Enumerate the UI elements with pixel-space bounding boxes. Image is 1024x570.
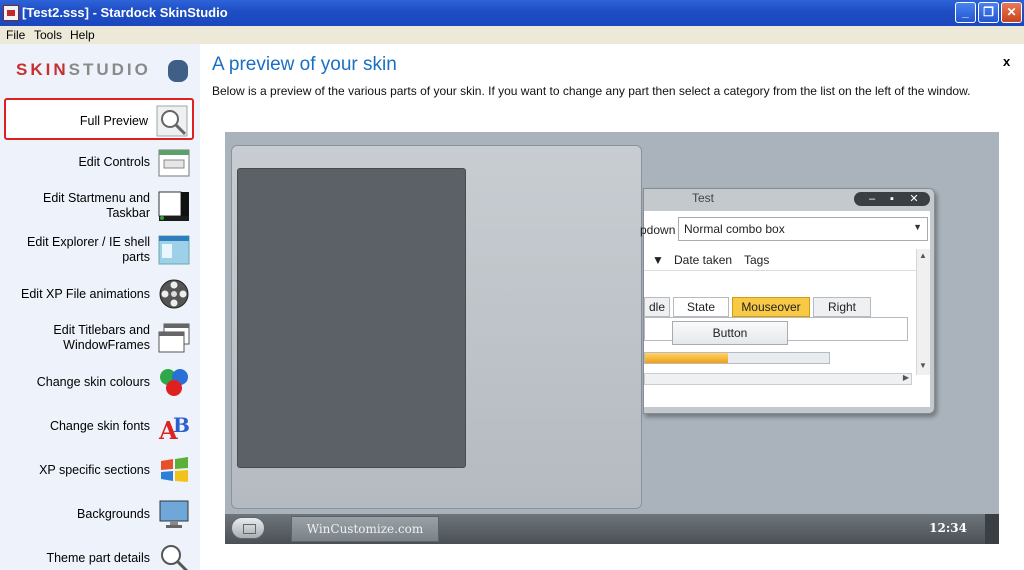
app-icon bbox=[3, 5, 19, 21]
horizontal-scrollbar[interactable]: ▶ bbox=[644, 373, 912, 385]
tab-mouseover[interactable]: Mouseover bbox=[732, 297, 810, 317]
sort-arrow-icon[interactable]: ▼ bbox=[652, 253, 664, 267]
combo-box[interactable]: Normal combo box ▼ bbox=[678, 217, 928, 241]
menu-tools[interactable]: Tools bbox=[34, 28, 62, 42]
sidebar-item-startmenu-taskbar[interactable]: Edit Startmenu and Taskbar bbox=[4, 185, 194, 227]
monitor-icon bbox=[159, 500, 189, 528]
sidebar-item-skin-fonts[interactable]: Change skin fonts AB bbox=[4, 405, 194, 447]
sidebar-item-backgrounds[interactable]: Backgrounds bbox=[4, 493, 194, 535]
preview-taskbar: WinCustomize.com 12:34 bbox=[225, 514, 999, 544]
taskbar-clock: 12:34 bbox=[929, 521, 967, 535]
tab-middle[interactable]: dle bbox=[644, 297, 670, 317]
window-title: [Test2.sss] - Stardock SkinStudio bbox=[22, 5, 228, 20]
tab-strip: dle State Mouseover Right bbox=[644, 297, 916, 317]
controls-window-icon bbox=[158, 149, 190, 177]
color-balls-icon bbox=[160, 369, 188, 396]
sidebar-item-titlebars-frames[interactable]: Edit Titlebars and WindowFrames bbox=[4, 317, 194, 359]
close-panel-button[interactable]: x bbox=[1003, 54, 1010, 69]
fonts-ab-icon: AB bbox=[158, 413, 190, 442]
sidebar-item-theme-part-details[interactable]: Theme part details bbox=[4, 537, 194, 570]
preview-test-window: Test – ▪ ✕ pdown Normal combo box ▼ ▼ Da… bbox=[640, 188, 935, 414]
minimize-button[interactable]: _ bbox=[955, 2, 976, 23]
scroll-up-icon[interactable]: ▲ bbox=[919, 251, 927, 260]
svg-text:B: B bbox=[173, 413, 190, 437]
sidebar-item-file-animations[interactable]: Edit XP File animations bbox=[4, 273, 194, 315]
start-button[interactable] bbox=[231, 517, 265, 539]
window-titlebar: [Test2.sss] - Stardock SkinStudio _ ❐ ✕ bbox=[0, 0, 1024, 26]
close-button[interactable]: ✕ bbox=[1001, 2, 1022, 23]
film-reel-icon bbox=[159, 279, 189, 309]
sidebar-item-xp-sections[interactable]: XP specific sections bbox=[4, 449, 194, 491]
menu-file[interactable]: File bbox=[6, 28, 25, 42]
combo-label: pdown bbox=[640, 223, 676, 237]
list-header: ▼ Date taken Tags bbox=[644, 249, 916, 271]
test-window-controls: – ▪ ✕ bbox=[854, 192, 930, 206]
test-window-body: pdown Normal combo box ▼ ▼ Date taken Ta… bbox=[640, 211, 930, 407]
test-minimize-button[interactable]: – bbox=[862, 192, 882, 206]
magnifier-icon bbox=[156, 105, 188, 137]
window-frames-icon bbox=[158, 323, 190, 353]
column-date-taken[interactable]: Date taken bbox=[674, 253, 732, 267]
skin-preview: Test – ▪ ✕ pdown Normal combo box ▼ ▼ Da… bbox=[225, 132, 999, 544]
tab-right[interactable]: Right bbox=[813, 297, 871, 317]
test-window-title: Test bbox=[692, 191, 715, 205]
show-desktop-button[interactable] bbox=[985, 514, 999, 544]
menu-help[interactable]: Help bbox=[70, 28, 95, 42]
page-description: Below is a preview of the various parts … bbox=[212, 84, 971, 98]
sidebar-item-full-preview[interactable]: Full Preview bbox=[4, 98, 194, 140]
sidebar-item-edit-controls[interactable]: Edit Controls bbox=[4, 141, 194, 183]
frog-mascot-icon bbox=[168, 60, 188, 82]
windows-flag-icon bbox=[161, 457, 188, 482]
taskbar-item[interactable]: WinCustomize.com bbox=[291, 516, 439, 542]
skinstudio-logo: SKINSTUDIO bbox=[16, 58, 188, 86]
progress-fill bbox=[645, 353, 728, 363]
sidebar-item-skin-colours[interactable]: Change skin colours bbox=[4, 361, 194, 403]
chevron-down-icon: ▼ bbox=[913, 222, 922, 232]
tab-state[interactable]: State bbox=[673, 297, 729, 317]
scroll-down-icon[interactable]: ▼ bbox=[919, 361, 927, 370]
maximize-button[interactable]: ❐ bbox=[978, 2, 999, 23]
page-title: A preview of your skin bbox=[212, 54, 397, 75]
magnifier-icon bbox=[161, 545, 189, 570]
vertical-scrollbar[interactable]: ▲ ▼ bbox=[916, 249, 930, 375]
sidebar-item-explorer-ie[interactable]: Edit Explorer / IE shell parts bbox=[4, 229, 194, 271]
sidebar: SKINSTUDIO Full Preview Edit Controls Ed… bbox=[0, 44, 200, 570]
explorer-shell-icon bbox=[158, 235, 190, 265]
test-close-button[interactable]: ✕ bbox=[904, 192, 924, 206]
preview-window-large bbox=[231, 145, 642, 509]
startmenu-taskbar-icon bbox=[158, 191, 189, 221]
scroll-right-icon[interactable]: ▶ bbox=[903, 373, 909, 382]
progress-bar bbox=[644, 352, 830, 364]
test-maximize-button[interactable]: ▪ bbox=[882, 192, 902, 206]
column-tags[interactable]: Tags bbox=[744, 253, 769, 267]
sample-button[interactable]: Button bbox=[672, 321, 788, 345]
preview-window-content bbox=[237, 168, 466, 468]
menu-bar: File Tools Help bbox=[0, 26, 1024, 44]
